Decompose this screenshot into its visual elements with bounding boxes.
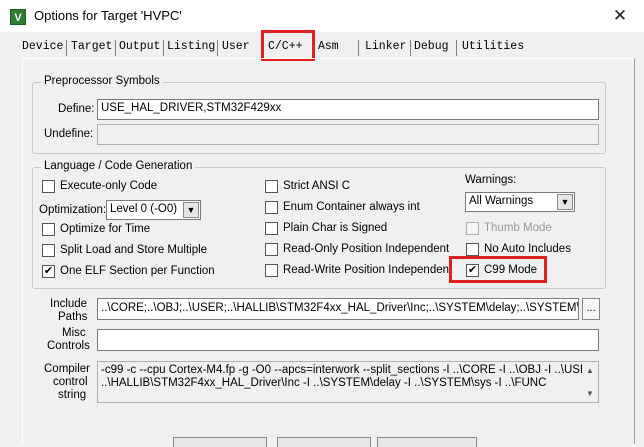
compiler-control-line1: -c99 -c --cpu Cortex-M4.fp -g -O0 --apcs… — [101, 364, 582, 376]
tab-linker[interactable]: Linker — [365, 40, 406, 57]
optimize-time-checkbox[interactable] — [42, 223, 55, 236]
define-label: Define: — [58, 103, 95, 115]
tab-asm[interactable]: Asm — [318, 40, 339, 57]
rw-pi-checkbox[interactable] — [265, 264, 278, 277]
no-auto-includes-checkbox[interactable] — [466, 243, 479, 256]
tab-separator — [163, 40, 164, 56]
split-load-label: Split Load and Store Multiple — [60, 244, 208, 256]
tab-device[interactable]: Device — [22, 40, 63, 57]
one-elf-checkbox[interactable]: ✔ — [42, 265, 55, 278]
thumb-mode-label: Thumb Mode — [484, 222, 552, 234]
no-auto-includes-label: No Auto Includes — [484, 243, 571, 255]
execute-only-checkbox[interactable] — [42, 180, 55, 193]
chevron-down-icon[interactable]: ▼ — [183, 202, 199, 218]
cancel-button[interactable] — [277, 437, 371, 447]
define-input[interactable]: USE_HAL_DRIVER,STM32F429xx — [97, 99, 599, 120]
defaults-button[interactable] — [377, 437, 477, 447]
compiler-control-label-line1: Compiler — [44, 363, 91, 375]
warnings-value: All Warnings — [469, 195, 534, 207]
thumb-mode-checkbox — [466, 222, 479, 235]
optimization-value: Level 0 (-O0) — [110, 203, 178, 215]
scroll-down-icon[interactable]: ▼ — [584, 388, 596, 400]
optimization-label: Optimization: — [39, 204, 107, 216]
tab-listing[interactable]: Listing — [167, 40, 215, 57]
preprocessor-group-title: Preprocessor Symbols — [41, 75, 163, 87]
enum-int-label: Enum Container always int — [283, 201, 420, 213]
chevron-down-icon[interactable]: ▼ — [557, 194, 573, 210]
ok-button[interactable] — [173, 437, 267, 447]
check-icon: ✔ — [467, 264, 478, 276]
enum-int-checkbox[interactable] — [265, 201, 278, 214]
undefine-input[interactable] — [97, 124, 599, 145]
scroll-up-icon[interactable]: ▲ — [584, 365, 596, 377]
close-icon[interactable]: ✕ — [606, 4, 634, 28]
tab-cpp[interactable]: C/C++ — [268, 40, 303, 53]
tab-separator — [410, 40, 411, 56]
tab-separator — [217, 40, 218, 56]
tab-separator — [66, 40, 67, 56]
plain-char-label: Plain Char is Signed — [283, 222, 388, 234]
include-paths-input[interactable]: ..\CORE;..\OBJ;..\USER;..\HALLIB\STM32F4… — [97, 298, 579, 320]
warnings-label: Warnings: — [465, 174, 517, 186]
strict-ansi-label: Strict ANSI C — [283, 180, 351, 192]
tab-separator — [358, 40, 359, 56]
check-icon: ✔ — [43, 265, 54, 277]
rw-pi-label: Read-Write Position Independent — [283, 264, 453, 276]
compiler-control-line2: ..\HALLIB\STM32F4xx_HAL_Driver\Inc -I ..… — [101, 377, 547, 389]
compiler-control-label-line3: string — [58, 389, 87, 401]
language-group-title: Language / Code Generation — [41, 160, 196, 172]
tab-utilities[interactable]: Utilities — [462, 40, 524, 57]
tab-debug[interactable]: Debug — [414, 40, 449, 57]
plain-char-checkbox[interactable] — [265, 222, 278, 235]
include-paths-label-line2: Paths — [58, 311, 88, 323]
misc-controls-input[interactable] — [97, 329, 599, 351]
tab-target[interactable]: Target — [71, 40, 112, 57]
tab-separator — [115, 40, 116, 56]
execute-only-label: Execute-only Code — [60, 180, 158, 192]
undefine-label: Undefine: — [44, 128, 94, 140]
include-paths-label-line1: Include — [50, 298, 88, 310]
misc-controls-label-line2: Controls — [47, 340, 90, 352]
ro-pi-label: Read-Only Position Independent — [283, 243, 450, 255]
c99-mode-label: C99 Mode — [484, 264, 538, 276]
misc-controls-label-line1: Misc — [62, 327, 86, 339]
one-elf-label: One ELF Section per Function — [60, 265, 215, 277]
tab-separator — [456, 40, 457, 56]
compiler-control-textarea: -c99 -c --cpu Cortex-M4.fp -g -O0 --apcs… — [97, 361, 599, 403]
tab-output[interactable]: Output — [119, 40, 160, 57]
include-paths-browse-button[interactable]: ... — [582, 298, 600, 320]
strict-ansi-checkbox[interactable] — [265, 180, 278, 193]
compiler-control-label-line2: control — [53, 376, 88, 388]
optimize-time-label: Optimize for Time — [60, 223, 151, 235]
tab-user[interactable]: User — [222, 40, 250, 57]
c99-mode-checkbox[interactable]: ✔ — [466, 264, 479, 277]
ro-pi-checkbox[interactable] — [265, 243, 278, 256]
split-load-checkbox[interactable] — [42, 244, 55, 257]
window-title: Options for Target 'HVPC' — [34, 8, 182, 23]
keil-uvision-icon: V — [10, 9, 26, 25]
